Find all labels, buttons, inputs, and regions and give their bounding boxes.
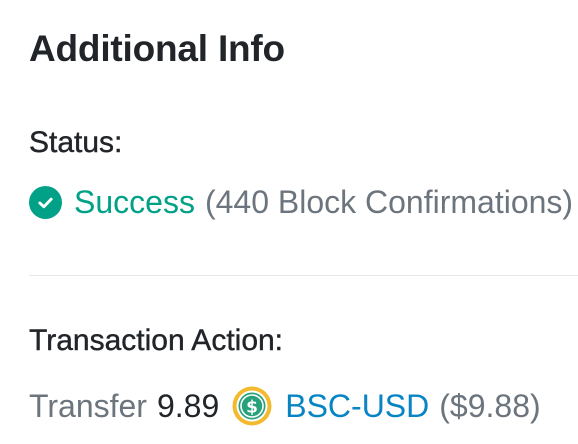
- status-row: Success (440 Block Confirmations): [29, 182, 573, 222]
- transaction-action-label: Transaction Action:: [29, 324, 284, 357]
- usd-value: ($9.88): [439, 387, 541, 424]
- token-link[interactable]: BSC-USD: [285, 388, 429, 425]
- status-value: Success: [74, 183, 195, 220]
- status-label: Status:: [29, 126, 123, 159]
- action-verb: Transfer: [29, 387, 147, 424]
- transaction-action-row: Transfer 9.89 $ BSC-USD ($9.88): [29, 384, 541, 428]
- additional-info-panel: Additional Info Status: Success (440 Blo…: [29, 0, 578, 444]
- check-circle-icon: [29, 185, 62, 219]
- dollar-coin-icon: $: [231, 385, 273, 427]
- svg-text:$: $: [246, 398, 258, 418]
- section-title: Additional Info: [29, 28, 285, 69]
- divider: [29, 275, 578, 276]
- transfer-amount: 9.89: [156, 387, 220, 424]
- block-confirmations: (440 Block Confirmations): [204, 183, 574, 220]
